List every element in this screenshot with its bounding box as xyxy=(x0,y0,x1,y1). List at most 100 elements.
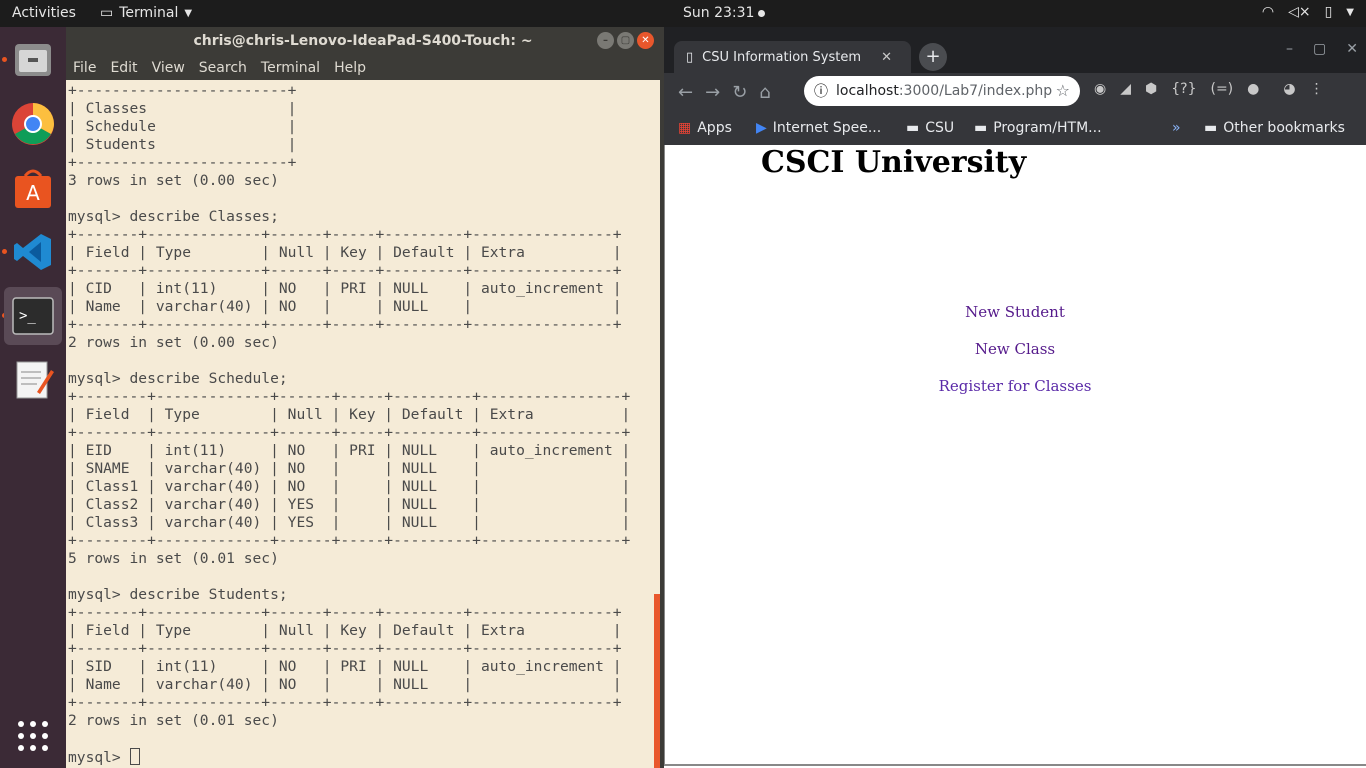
dock-text-editor[interactable] xyxy=(4,351,62,409)
svg-text:>_: >_ xyxy=(19,308,36,324)
play-icon: ▶ xyxy=(756,120,767,136)
overflow-label: » xyxy=(1172,120,1181,136)
profile-avatar-icon[interactable]: ◕ xyxy=(1283,81,1295,97)
menu-kebab-icon[interactable]: ⋮ xyxy=(1310,81,1324,97)
chevron-down-icon: ▼ xyxy=(184,7,193,19)
terminal-title: chris@chris-Lenovo-IdeaPad-S400-Touch: ~ xyxy=(193,33,533,49)
register-for-classes-link[interactable]: Register for Classes xyxy=(665,377,1365,395)
browser-window-controls: – ▢ ✕ xyxy=(1286,41,1358,57)
bookmark-program-html[interactable]: ▬ Program/HTM... xyxy=(974,120,1102,136)
menu-view[interactable]: View xyxy=(152,60,185,76)
text-cursor xyxy=(129,748,140,765)
dock-vscode[interactable] xyxy=(4,223,62,281)
bookmarks-overflow-button[interactable]: » xyxy=(1172,120,1181,136)
app-menu-label: Terminal xyxy=(119,5,179,21)
bookmark-label: Other bookmarks xyxy=(1223,120,1345,136)
home-icon[interactable]: ⌂ xyxy=(759,82,770,103)
extension-icon[interactable]: ◉ xyxy=(1094,81,1106,97)
tab-csu-information-system[interactable]: ▯ CSU Information System ✕ xyxy=(674,41,911,73)
url-host: localhost xyxy=(836,83,899,99)
vscode-icon xyxy=(14,234,51,270)
bookmark-label: CSU xyxy=(925,120,955,136)
menu-edit[interactable]: Edit xyxy=(110,60,137,76)
address-bar[interactable]: ⓘ localhost:3000/Lab7/index.php ☆ xyxy=(804,76,1080,106)
tab-strip: ▯ CSU Information System ✕ + – ▢ ✕ xyxy=(664,27,1366,73)
bookmark-star-icon[interactable]: ☆ xyxy=(1056,81,1070,100)
info-icon[interactable]: ⓘ xyxy=(814,81,828,101)
dock-files[interactable] xyxy=(4,31,62,89)
minimize-button[interactable]: – xyxy=(1286,41,1293,57)
chevron-down-icon: ▼ xyxy=(1346,6,1354,18)
web-page: CSCI University New Student New Class Re… xyxy=(664,145,1366,766)
activities-button[interactable]: Activities xyxy=(12,5,76,21)
page-icon: ▯ xyxy=(686,49,694,65)
close-button[interactable]: ✕ xyxy=(1346,41,1358,57)
back-arrow-icon[interactable]: ← xyxy=(678,82,693,103)
software-center-icon: A xyxy=(15,169,51,208)
maximize-button[interactable]: ▢ xyxy=(617,32,634,49)
extension-icon[interactable]: ⬢ xyxy=(1145,81,1157,97)
minimize-button[interactable]: – xyxy=(597,32,614,49)
menu-file[interactable]: File xyxy=(73,60,96,76)
system-status-area[interactable]: ◠ ◁× ▯ ▼ xyxy=(1262,4,1354,20)
new-student-link[interactable]: New Student xyxy=(665,303,1365,321)
terminal-output: +------------------------+ | Classes | |… xyxy=(66,80,660,767)
bookmark-label: Program/HTM... xyxy=(993,120,1102,136)
window-controls: – ▢ ✕ xyxy=(597,32,654,49)
menu-help[interactable]: Help xyxy=(334,60,366,76)
reload-icon[interactable]: ↻ xyxy=(732,82,747,103)
menu-search[interactable]: Search xyxy=(199,60,247,76)
extension-icon[interactable]: (=) xyxy=(1210,81,1233,97)
forward-arrow-icon[interactable]: → xyxy=(705,82,720,103)
files-icon xyxy=(15,44,51,76)
bookmark-other-bookmarks[interactable]: ▬ Other bookmarks xyxy=(1204,120,1345,136)
extension-icon[interactable]: ● xyxy=(1247,81,1259,97)
menu-terminal[interactable]: Terminal xyxy=(261,60,320,76)
bookmark-csu[interactable]: ▬ CSU xyxy=(906,120,954,136)
maximize-button[interactable]: ▢ xyxy=(1313,41,1326,57)
terminal-titlebar[interactable]: chris@chris-Lenovo-IdeaPad-S400-Touch: ~… xyxy=(66,27,660,56)
volume-muted-icon: ◁× xyxy=(1288,4,1311,20)
folder-icon: ▬ xyxy=(974,120,988,136)
terminal-small-icon: ▭ xyxy=(100,5,114,21)
close-button[interactable]: ✕ xyxy=(637,32,654,49)
clock-label: Sun 23:31 xyxy=(683,5,755,21)
terminal-menubar: File Edit View Search Terminal Help xyxy=(66,56,660,80)
dock-show-apps[interactable] xyxy=(4,707,62,765)
terminal-window[interactable]: chris@chris-Lenovo-IdeaPad-S400-Touch: ~… xyxy=(66,27,660,768)
clock[interactable]: Sun 23:31 xyxy=(683,5,766,21)
dock: A >_ xyxy=(0,27,66,768)
bookmark-label: Internet Spee... xyxy=(772,120,882,136)
browser-toolbar: ← → ↻ ⌂ ⓘ localhost:3000/Lab7/index.php … xyxy=(664,73,1366,111)
bookmark-internet-speed[interactable]: ▶ Internet Spee... xyxy=(756,120,881,136)
url-path: :3000/Lab7/index.php xyxy=(898,83,1053,99)
apps-grid-icon: ▦ xyxy=(678,120,692,136)
terminal-prompt: mysql> xyxy=(68,749,130,766)
page-links: New Student New Class Register for Class… xyxy=(665,303,1365,414)
extensions-area: ◉ ◢ ⬢ {?} (=) ● ◕ ⋮ xyxy=(1094,81,1324,97)
battery-icon: ▯ xyxy=(1324,4,1333,20)
bookmarks-bar: ▦ Apps ▶ Internet Spee... ▬ CSU ▬ Program/HT… xyxy=(664,111,1366,145)
top-bar: Activities ▭ Terminal ▼ Sun 23:31 ◠ ◁× ▯… xyxy=(0,0,1366,27)
terminal-icon: >_ xyxy=(12,297,54,335)
dock-terminal[interactable]: >_ xyxy=(4,287,62,345)
dock-software-center[interactable]: A xyxy=(4,159,62,217)
app-menu[interactable]: ▭ Terminal ▼ xyxy=(100,5,192,21)
notification-dot-icon xyxy=(758,9,766,17)
extension-icon[interactable]: {?} xyxy=(1171,81,1196,97)
new-tab-button[interactable]: + xyxy=(919,43,947,71)
folder-icon: ▬ xyxy=(906,120,920,136)
extension-icon[interactable]: ◢ xyxy=(1120,81,1131,97)
terminal-output-text: +------------------------+ | Classes | |… xyxy=(68,82,631,729)
new-class-link[interactable]: New Class xyxy=(665,340,1365,358)
show-apps-icon xyxy=(18,721,48,751)
bookmark-apps[interactable]: ▦ Apps xyxy=(678,120,732,136)
chrome-icon xyxy=(12,103,54,145)
close-tab-icon[interactable]: ✕ xyxy=(881,50,892,65)
dock-chrome[interactable] xyxy=(4,95,62,153)
browser-window[interactable]: ▯ CSU Information System ✕ + – ▢ ✕ ← → ↻… xyxy=(664,27,1366,768)
page-heading: CSCI University xyxy=(761,145,1027,180)
text-editor-icon xyxy=(16,361,54,399)
terminal-content[interactable]: +------------------------+ | Classes | |… xyxy=(66,80,660,768)
wifi-icon: ◠ xyxy=(1261,4,1275,20)
